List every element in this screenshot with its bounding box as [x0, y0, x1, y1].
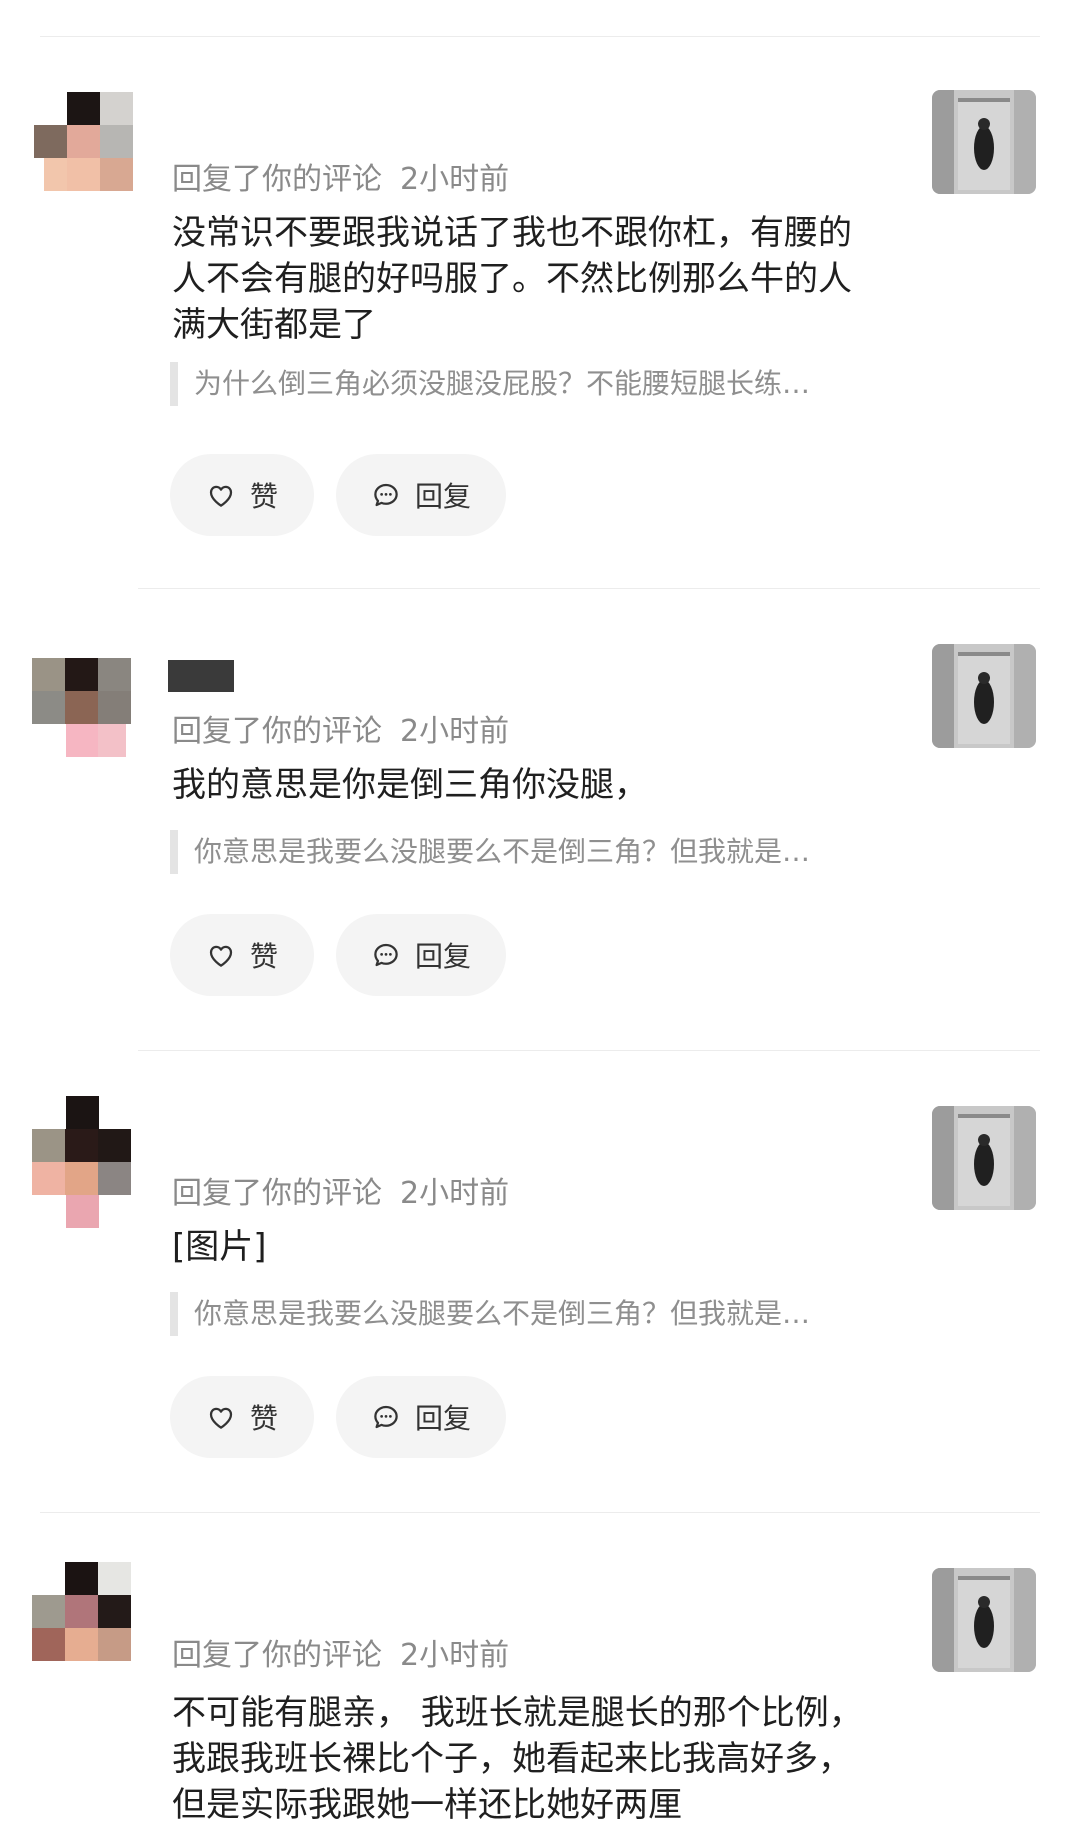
like-label: 赞 — [249, 1402, 278, 1435]
comment-meta: 回复了你的评论 2小时前 — [172, 154, 509, 198]
like-button[interactable]: 赞 — [170, 914, 314, 996]
reply-label: 回复 — [414, 940, 471, 973]
reply-button[interactable]: 回复 — [336, 454, 506, 536]
heart-outline-icon — [209, 945, 233, 967]
heart-outline-icon — [209, 485, 233, 507]
post-thumbnail[interactable] — [932, 90, 1036, 194]
divider — [40, 1512, 1040, 1513]
post-thumbnail[interactable] — [932, 1106, 1036, 1210]
post-thumbnail-image — [932, 644, 1036, 748]
reply-button[interactable]: 回复 — [336, 1376, 506, 1458]
post-thumbnail[interactable] — [932, 644, 1036, 748]
meta-action: 回复了你的评论 — [172, 162, 382, 197]
comment-meta: 回复了你的评论 2小时前 — [172, 1168, 509, 1212]
quoted-comment[interactable]: 你意思是我要么没腿要么不是倒三角？但我就是… — [170, 830, 890, 874]
meta-action: 回复了你的评论 — [172, 1638, 382, 1673]
post-thumbnail-image — [932, 90, 1036, 194]
reply-label: 回复 — [414, 480, 471, 513]
like-label: 赞 — [249, 480, 278, 513]
like-button[interactable]: 赞 — [170, 454, 314, 536]
post-thumbnail-image — [932, 1106, 1036, 1210]
chat-bubble-icon — [374, 1405, 398, 1429]
meta-action: 回复了你的评论 — [172, 714, 382, 749]
comment-time: 2小时前 — [400, 714, 510, 749]
post-thumbnail[interactable] — [932, 1568, 1036, 1672]
top-divider — [40, 36, 1040, 37]
comment-meta: 回复了你的评论 2小时前 — [172, 1630, 509, 1674]
comment-text: [图片] — [172, 1227, 267, 1267]
avatar[interactable] — [32, 1096, 132, 1230]
chat-bubble-icon — [374, 483, 398, 507]
comment-time: 2小时前 — [400, 1638, 510, 1673]
avatar[interactable] — [32, 658, 132, 778]
post-thumbnail-image — [932, 1568, 1036, 1672]
like-label: 赞 — [249, 940, 278, 973]
meta-action: 回复了你的评论 — [172, 1176, 382, 1211]
reply-label: 回复 — [414, 1402, 471, 1435]
avatar[interactable] — [34, 92, 134, 212]
comment-text: 我的意思是你是倒三角你没腿， — [172, 765, 648, 805]
comment-text: 没常识不要跟我说话了我也不跟你杠，有腰的人不会有腿的好吗服了。不然比例那么牛的人… — [172, 213, 852, 345]
chat-bubble-icon — [374, 943, 398, 967]
like-button[interactable]: 赞 — [170, 1376, 314, 1458]
quoted-comment[interactable]: 为什么倒三角必须没腿没屁股？不能腰短腿长练… — [170, 362, 890, 406]
comment-time: 2小时前 — [400, 1176, 510, 1211]
avatar[interactable] — [32, 1562, 132, 1682]
heart-outline-icon — [209, 1407, 233, 1429]
comment-text: 不可能有腿亲， 我班长就是腿长的那个比例，我跟我班长裸比个子，她看起来比我高好多… — [172, 1693, 863, 1825]
divider — [138, 588, 1040, 589]
divider — [138, 1050, 1040, 1051]
comment-time: 2小时前 — [400, 162, 510, 197]
comment-meta: 回复了你的评论 2小时前 — [172, 706, 509, 750]
username-redacted[interactable] — [168, 660, 234, 692]
reply-button[interactable]: 回复 — [336, 914, 506, 996]
quoted-comment[interactable]: 你意思是我要么没腿要么不是倒三角？但我就是… — [170, 1292, 890, 1336]
